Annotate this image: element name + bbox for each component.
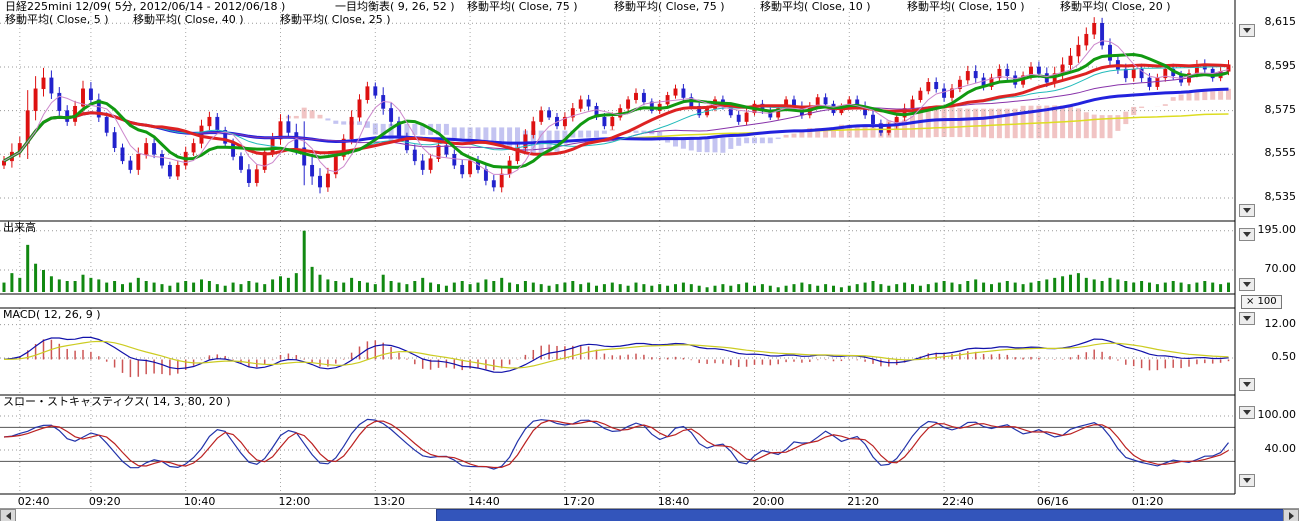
- indicator-label: 移動平均( Close, 75 ): [467, 1, 578, 13]
- indicator-label: 移動平均( Close, 40 ): [133, 14, 244, 26]
- price-axis-label: 8,595: [1240, 60, 1296, 72]
- scroll-left-button[interactable]: [0, 509, 16, 521]
- macd-panel-title: MACD( 12, 26, 9 ): [3, 309, 101, 321]
- stochastics-panel-title: スロー・ストキャスティクス( 14, 3, 80, 20 ): [3, 396, 231, 408]
- time-axis-label: 13:20: [373, 496, 405, 508]
- time-axis-label: 18:40: [658, 496, 690, 508]
- scrollbar-track[interactable]: [16, 509, 1283, 521]
- indicator-label: 移動平均( Close, 150 ): [907, 1, 1025, 13]
- axis-scale-button[interactable]: [1239, 378, 1255, 391]
- chevron-down-icon: [1243, 478, 1251, 483]
- indicator-label: 移動平均( Close, 5 ): [5, 14, 109, 26]
- indicator-label: 移動平均( Close, 75 ): [614, 1, 725, 13]
- indicator-label: 日経225mini 12/09( 5分, 2012/06/14 - 2012/0…: [5, 1, 285, 13]
- volume-panel-title: 出来高: [3, 222, 36, 234]
- scrollbar-thumb[interactable]: [436, 509, 1298, 521]
- axis-scale-button[interactable]: [1239, 312, 1255, 325]
- scroll-right-icon: [1289, 512, 1294, 520]
- time-axis-label: 22:40: [942, 496, 974, 508]
- time-axis-label: 06/16: [1037, 496, 1069, 508]
- indicator-label: 移動平均( Close, 10 ): [760, 1, 871, 13]
- axis-scale-button[interactable]: [1239, 406, 1255, 419]
- chevron-down-icon: [1243, 410, 1251, 415]
- chevron-down-icon: [1243, 232, 1251, 237]
- indicator-label: 移動平均( Close, 25 ): [280, 14, 391, 26]
- time-axis-label: 17:20: [563, 496, 595, 508]
- axis-scale-button[interactable]: [1239, 278, 1255, 291]
- volume-multiplier-badge: × 100: [1241, 295, 1282, 309]
- indicator-label: 一目均衡表( 9, 26, 52 ): [335, 1, 455, 13]
- time-axis-label: 14:40: [468, 496, 500, 508]
- volume-axis-label: 70.00: [1240, 263, 1296, 275]
- chart-window: 出来高 MACD( 12, 26, 9 ) スロー・ストキャスティクス( 14,…: [0, 0, 1299, 521]
- time-axis-label: 20:00: [753, 496, 785, 508]
- time-axis-label: 01:20: [1132, 496, 1164, 508]
- macd-axis-label: 0.50: [1240, 351, 1296, 363]
- chevron-down-icon: [1243, 316, 1251, 321]
- scroll-left-icon: [6, 512, 11, 520]
- indicator-label: 移動平均( Close, 20 ): [1060, 1, 1171, 13]
- price-chart-canvas[interactable]: [0, 0, 1299, 496]
- time-axis-label: 10:40: [184, 496, 216, 508]
- time-axis-label: 09:20: [89, 496, 121, 508]
- time-axis-label: 21:20: [847, 496, 879, 508]
- time-axis-label: 12:00: [279, 496, 311, 508]
- horizontal-scrollbar[interactable]: [0, 508, 1299, 521]
- time-axis-label: 02:40: [18, 496, 50, 508]
- chevron-down-icon: [1243, 382, 1251, 387]
- axis-scale-button[interactable]: [1239, 24, 1255, 37]
- price-axis-label: 8,575: [1240, 104, 1296, 116]
- price-axis-label: 8,535: [1240, 191, 1296, 203]
- axis-scale-button[interactable]: [1239, 204, 1255, 217]
- scroll-right-button[interactable]: [1283, 509, 1299, 521]
- chevron-down-icon: [1243, 208, 1251, 213]
- stoch-axis-label: 40.00: [1240, 443, 1296, 455]
- chevron-down-icon: [1243, 28, 1251, 33]
- axis-scale-button[interactable]: [1239, 228, 1255, 241]
- chevron-down-icon: [1243, 282, 1251, 287]
- price-axis-label: 8,555: [1240, 147, 1296, 159]
- axis-scale-button[interactable]: [1239, 474, 1255, 487]
